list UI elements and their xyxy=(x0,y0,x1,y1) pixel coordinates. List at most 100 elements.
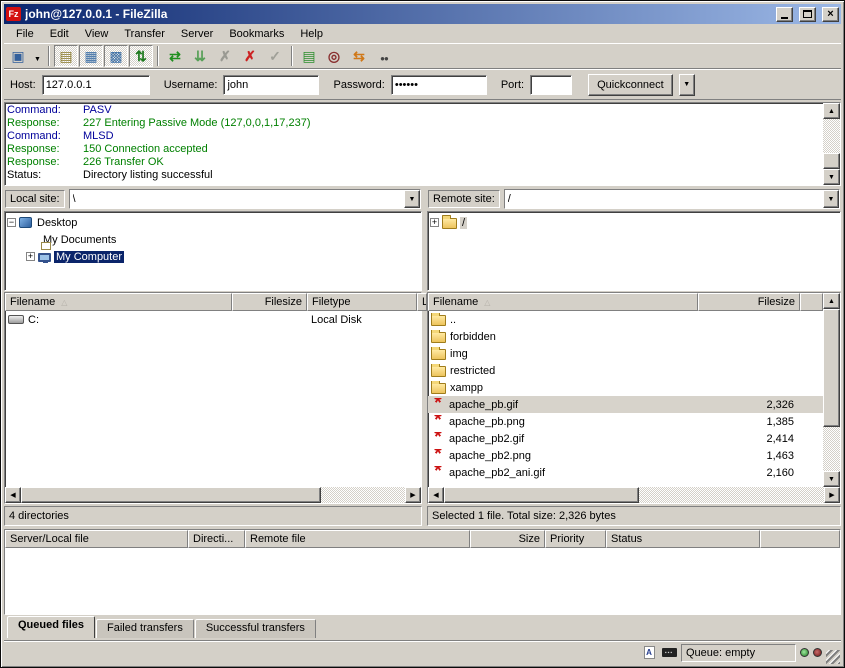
menu-item[interactable]: Help xyxy=(292,26,331,42)
port-input[interactable] xyxy=(530,75,572,95)
column-header-direction[interactable]: Directi... xyxy=(188,530,245,548)
process-queue-button[interactable] xyxy=(188,45,212,67)
column-header-filesize[interactable]: Filesize xyxy=(232,293,307,311)
site-manager-button[interactable] xyxy=(6,45,30,67)
file-row[interactable]: .. xyxy=(428,311,823,328)
file-row[interactable]: img xyxy=(428,345,823,362)
tree-item[interactable]: My Documents xyxy=(7,231,421,248)
tree-expander[interactable]: + xyxy=(26,252,35,261)
file-row[interactable]: apache_pb.png 1,385 xyxy=(428,413,823,430)
scroll-up-icon[interactable]: ▲ xyxy=(823,103,840,119)
remote-pane: Remote site: ▼ + / xyxy=(427,188,841,526)
maximize-button[interactable] xyxy=(799,7,816,22)
tree-expander[interactable]: − xyxy=(7,218,16,227)
remote-site-combo[interactable]: ▼ xyxy=(504,189,840,209)
site-manager-dropdown[interactable] xyxy=(31,45,44,67)
file-row[interactable]: apache_pb2.png 1,463 xyxy=(428,447,823,464)
column-header-filename[interactable]: Filename△ xyxy=(428,293,698,311)
quickconnect-button[interactable]: Quickconnect xyxy=(588,74,673,96)
password-input[interactable] xyxy=(391,75,487,95)
column-header-filetype[interactable]: Filetype xyxy=(307,293,417,311)
scroll-right-icon[interactable]: ▶ xyxy=(405,487,421,503)
local-list-hscrollbar[interactable]: ◀ ▶ xyxy=(5,487,421,503)
minimize-icon xyxy=(781,17,788,19)
disconnect-button[interactable] xyxy=(238,45,262,67)
column-header-filesize[interactable]: Filesize xyxy=(698,293,800,311)
queue-tab[interactable]: Failed transfers xyxy=(96,619,194,638)
local-site-dropdown[interactable]: ▼ xyxy=(404,190,420,208)
file-row[interactable]: apache_pb2.gif 2,414 xyxy=(428,430,823,447)
close-button[interactable]: × xyxy=(822,7,839,22)
tree-item-label[interactable]: My Computer xyxy=(54,251,124,263)
log-line-label: Response: xyxy=(7,143,83,156)
scroll-down-icon[interactable]: ▼ xyxy=(823,169,840,185)
remote-site-input[interactable] xyxy=(505,190,823,208)
scroll-left-icon[interactable]: ◀ xyxy=(428,487,444,503)
menu-item[interactable]: Transfer xyxy=(116,26,173,42)
scroll-down-icon[interactable]: ▼ xyxy=(823,471,840,487)
column-header-filename[interactable]: Filename△ xyxy=(5,293,232,311)
column-header-remote-file[interactable]: Remote file xyxy=(245,530,470,548)
tree-item-label[interactable]: My Documents xyxy=(41,234,118,246)
scroll-right-icon[interactable]: ▶ xyxy=(824,487,840,503)
scrollbar-thumb[interactable] xyxy=(823,153,840,169)
menu-item[interactable]: Edit xyxy=(42,26,77,42)
column-header-server-local-file[interactable]: Server/Local file xyxy=(5,530,188,548)
sort-ascending-icon: △ xyxy=(61,298,67,307)
menu-item[interactable]: View xyxy=(77,26,117,42)
toggle-local-tree-button[interactable] xyxy=(79,45,103,67)
remote-list-hscrollbar[interactable]: ◀ ▶ xyxy=(428,487,840,503)
refresh-button[interactable] xyxy=(163,45,187,67)
file-size: 1,463 xyxy=(698,450,800,462)
file-icon xyxy=(431,315,446,326)
toggle-remote-tree-button[interactable] xyxy=(104,45,128,67)
file-size: 1,385 xyxy=(698,416,800,428)
chevron-down-icon: ▼ xyxy=(409,196,416,203)
column-header-size[interactable]: Size xyxy=(470,530,545,548)
cancel-operation-button[interactable] xyxy=(213,45,237,67)
filter-button[interactable] xyxy=(297,45,321,67)
minimize-button[interactable] xyxy=(776,7,793,22)
local-site-input[interactable] xyxy=(70,190,404,208)
toggle-message-log-button[interactable] xyxy=(54,45,78,67)
tree-item[interactable]: − Desktop xyxy=(7,214,421,231)
file-row[interactable]: forbidden xyxy=(428,328,823,345)
queue-tab[interactable]: Successful transfers xyxy=(195,619,316,638)
compare-directories-button[interactable] xyxy=(322,45,346,67)
tree-expander[interactable]: + xyxy=(430,218,439,227)
file-row[interactable]: apache_pb.gif 2,326 xyxy=(428,396,823,413)
remote-site-dropdown[interactable]: ▼ xyxy=(823,190,839,208)
local-site-combo[interactable]: ▼ xyxy=(69,189,421,209)
scrollbar-thumb[interactable] xyxy=(444,487,639,503)
file-row[interactable]: C: Local Disk xyxy=(5,311,421,328)
menu-item[interactable]: Bookmarks xyxy=(221,26,292,42)
menu-item[interactable]: Server xyxy=(173,26,221,42)
queue-tab[interactable]: Queued files xyxy=(7,616,95,638)
file-row[interactable]: xampp xyxy=(428,379,823,396)
tree-item[interactable]: + / xyxy=(430,214,840,231)
username-input[interactable] xyxy=(223,75,319,95)
find-files-button[interactable] xyxy=(372,45,396,67)
quickconnect-dropdown[interactable]: ▼ xyxy=(679,74,695,96)
synchronized-browsing-button[interactable] xyxy=(347,45,371,67)
resize-grip-icon[interactable] xyxy=(826,650,840,664)
menu-item[interactable]: File xyxy=(8,26,42,42)
remote-list-vscrollbar[interactable]: ▲ ▼ xyxy=(823,293,840,487)
host-input[interactable] xyxy=(42,75,150,95)
scrollbar-thumb[interactable] xyxy=(823,309,840,427)
column-header-priority[interactable]: Priority xyxy=(545,530,606,548)
scroll-up-icon[interactable]: ▲ xyxy=(823,293,840,309)
scrollbar-thumb[interactable] xyxy=(21,487,321,503)
tree-item[interactable]: + My Computer xyxy=(7,248,421,265)
log-scrollbar[interactable]: ▲ ▼ xyxy=(823,103,840,185)
scroll-left-icon[interactable]: ◀ xyxy=(5,487,21,503)
tree-item-label[interactable]: / xyxy=(460,217,467,229)
file-row[interactable]: apache_pb2_ani.gif 2,160 xyxy=(428,464,823,481)
tree-item-label[interactable]: Desktop xyxy=(35,217,79,229)
column-header-status[interactable]: Status xyxy=(606,530,760,548)
reconnect-button[interactable] xyxy=(263,45,287,67)
local-site-row: Local site: ▼ xyxy=(4,188,422,210)
file-row[interactable]: restricted xyxy=(428,362,823,379)
toggle-queue-button[interactable] xyxy=(129,45,153,67)
quickconnect-bar: Host: Username: Password: Port: Quickcon… xyxy=(4,69,841,100)
